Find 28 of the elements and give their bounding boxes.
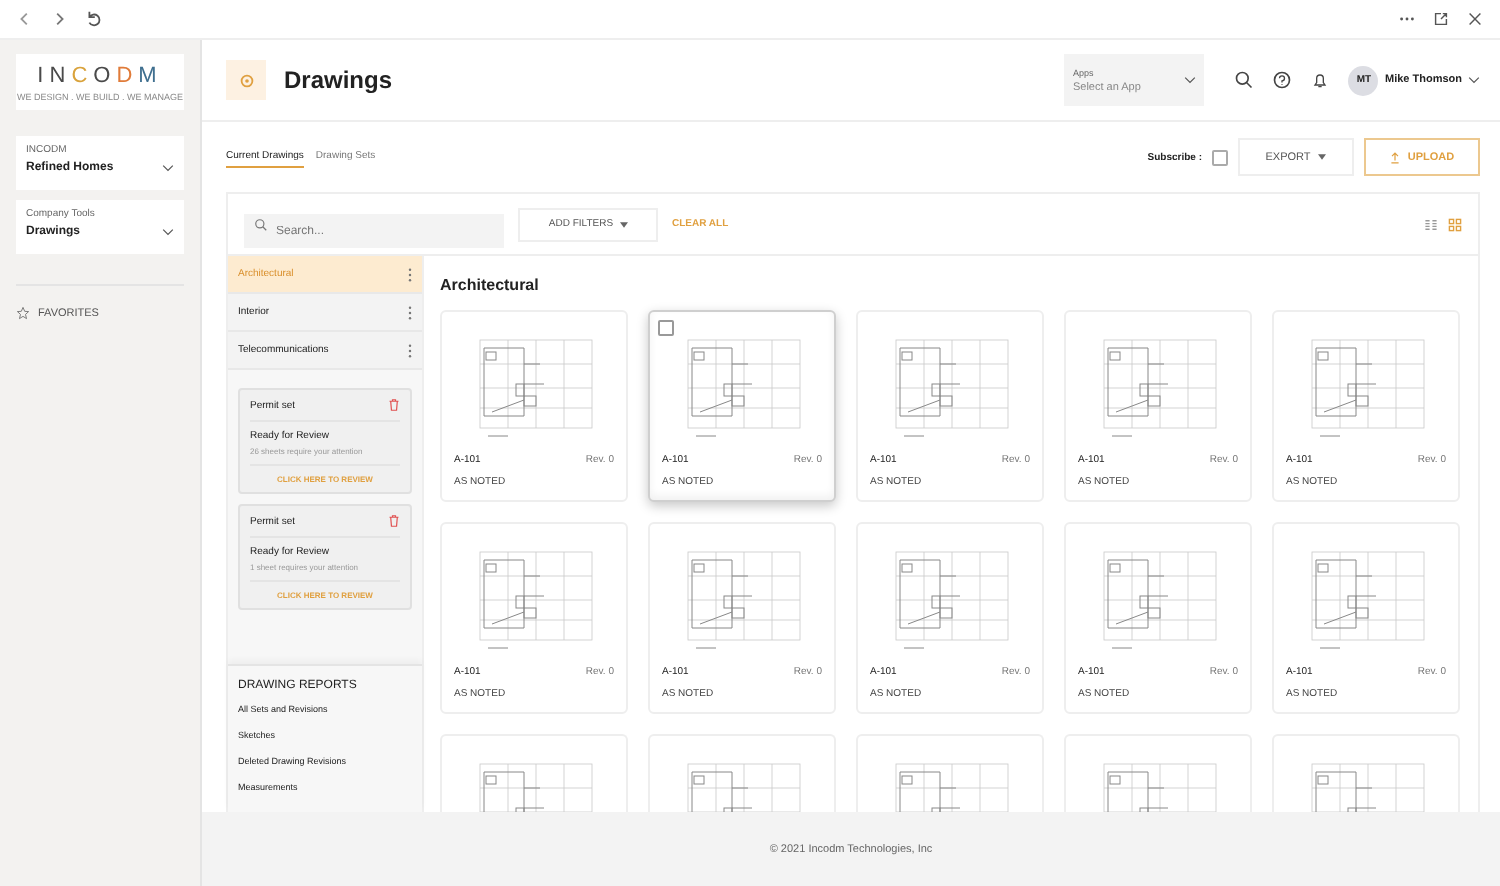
section-title: Architectural <box>440 276 541 294</box>
upload-icon <box>1389 151 1400 163</box>
grid-view-icon[interactable] <box>1448 217 1462 231</box>
drawing-card[interactable] <box>856 734 1044 812</box>
drawing-card[interactable] <box>1272 734 1460 812</box>
drawing-card[interactable] <box>648 734 836 812</box>
trash-icon[interactable] <box>388 398 400 412</box>
help-icon[interactable] <box>1272 70 1293 90</box>
drawings-icon <box>226 60 266 100</box>
caret-icon <box>1318 154 1327 160</box>
list-view-icon[interactable] <box>1424 217 1438 231</box>
subscribe-checkbox[interactable] <box>1212 149 1228 165</box>
drawing-card[interactable] <box>1064 734 1252 812</box>
page-title: Drawings <box>284 66 393 94</box>
drawing-card[interactable] <box>440 734 628 812</box>
caret-icon <box>619 221 628 227</box>
chevron-down-icon <box>1184 76 1197 84</box>
star-icon <box>16 306 30 320</box>
search-icon[interactable] <box>1234 70 1255 90</box>
chevron-down-icon <box>162 164 174 172</box>
bell-icon[interactable] <box>1310 70 1331 90</box>
trash-icon[interactable] <box>388 514 400 528</box>
chevron-down-icon <box>162 228 174 236</box>
popout-icon[interactable] <box>1432 10 1450 28</box>
chevron-down-icon <box>1468 76 1480 84</box>
refresh-icon[interactable] <box>84 10 102 28</box>
card-checkbox[interactable] <box>658 320 674 336</box>
close-icon[interactable] <box>1466 10 1484 28</box>
